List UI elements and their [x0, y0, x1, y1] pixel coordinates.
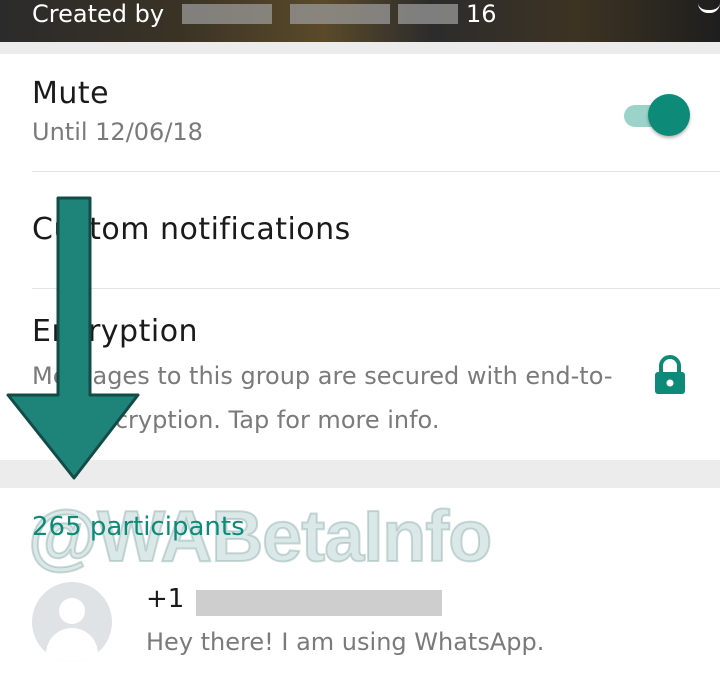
encryption-title: Encryption: [32, 314, 199, 349]
created-date-suffix: 16: [466, 0, 497, 28]
mute-subtitle: Until 12/06/18: [32, 118, 203, 146]
avatar[interactable]: [32, 582, 112, 662]
redacted-phone-number: [196, 590, 442, 616]
lock-icon: [655, 355, 685, 394]
custom-notifications-title: Custom notifications: [32, 212, 351, 247]
divider: [32, 288, 720, 289]
encryption-description: Messages to this group are secured with …: [32, 362, 613, 434]
participants-count: 265 participants: [32, 512, 245, 542]
avatar-head: [59, 598, 85, 624]
divider: [32, 171, 720, 172]
header-edit-icon[interactable]: [698, 0, 720, 13]
redacted-date: [398, 4, 458, 24]
mute-title: Mute: [32, 76, 110, 111]
group-settings-card: Mute Until 12/06/18 Custom notifications…: [0, 54, 720, 460]
participant-name: +1: [146, 584, 185, 614]
created-by-label: Created by: [32, 0, 165, 28]
group-header-banner: Created by 16: [0, 0, 720, 42]
avatar-body: [46, 628, 98, 662]
redacted-creator-name: [182, 4, 272, 24]
participant-status: Hey there! I am using WhatsApp.: [146, 628, 545, 656]
mute-toggle[interactable]: [648, 94, 690, 136]
redacted-creator-name-2: [290, 4, 390, 24]
participants-card: @WABetaInfo 265 participants +1 Hey ther…: [0, 488, 720, 691]
